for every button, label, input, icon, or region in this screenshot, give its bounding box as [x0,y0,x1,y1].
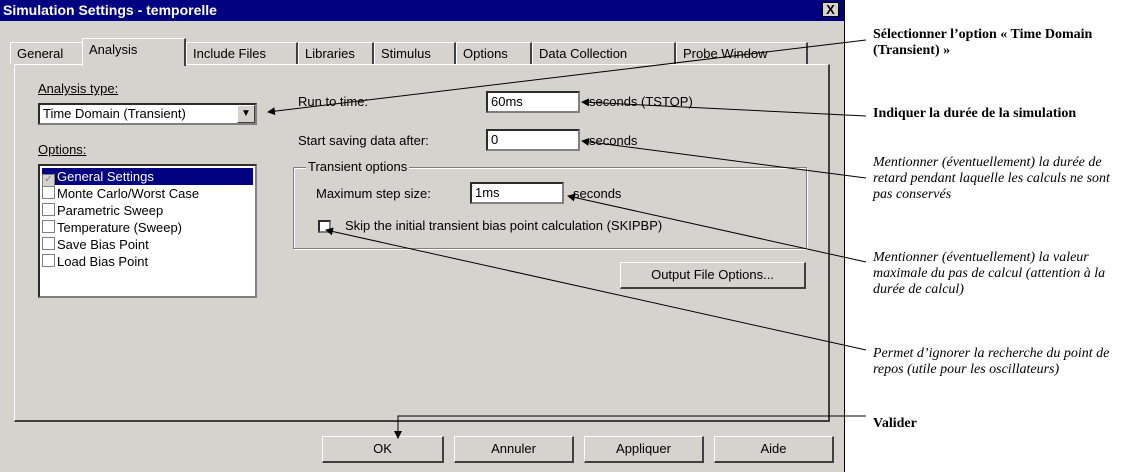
checkbox-icon[interactable] [42,186,55,199]
checkbox-icon[interactable] [42,203,55,216]
title-bar: Simulation Settings - temporelle X [0,0,844,21]
output-file-options-button[interactable]: Output File Options... [620,262,806,289]
list-item[interactable]: Load Bias Point [42,253,148,270]
window-title: Simulation Settings - temporelle [3,2,217,18]
tab-strip: General Analysis Include Files Libraries… [10,38,840,66]
analysis-type-value: Time Domain (Transient) [43,106,186,121]
tab-analysis[interactable]: Analysis [82,38,186,66]
checkbox-icon[interactable] [42,237,55,250]
max-step-unit: seconds [573,186,622,201]
tab-stimulus[interactable]: Stimulus [374,42,456,64]
max-step-label: Maximum step size: [316,186,431,201]
chevron-down-icon[interactable]: ▼ [237,105,255,123]
skip-bias-checkbox[interactable] [318,220,331,233]
close-button[interactable]: X [822,2,839,17]
tab-general[interactable]: General [10,42,84,64]
checkbox-icon[interactable] [42,220,55,233]
tab-data-collection[interactable]: Data Collection [532,42,676,64]
options-list[interactable]: ✓ General Settings Monte Carlo/Worst Case… [38,164,257,298]
start-saving-input[interactable]: 0 [486,129,580,151]
run-to-time-label: Run to time: [298,94,369,109]
checkbox-icon[interactable] [42,254,55,267]
options-label: Options: [38,142,87,157]
apply-button[interactable]: Appliquer [584,436,704,463]
annotation-max-step: Mentionner (éventuellement) la valeur ma… [873,250,1106,297]
annotation-skip-bias: Permet d’ignorer la recherche du point d… [873,346,1110,377]
run-to-time-unit: seconds (TSTOP) [589,94,693,109]
analysis-type-dropdown[interactable]: Time Domain (Transient) ▼ [38,103,257,125]
cancel-button[interactable]: Annuler [454,436,574,463]
list-item[interactable]: ✓ General Settings [42,168,253,187]
tab-libraries[interactable]: Libraries [298,42,374,64]
annotation-validate: Valider [873,416,917,431]
help-button[interactable]: Aide [714,436,834,463]
start-saving-unit: seconds [589,133,638,148]
tab-probe-window[interactable]: Probe Window [676,42,808,64]
tab-include-files[interactable]: Include Files [186,42,298,64]
list-item[interactable]: Save Bias Point [42,236,149,253]
transient-options-title: Transient options [306,159,410,174]
list-item[interactable]: Monte Carlo/Worst Case [42,185,199,202]
annotation-select-option: Sélectionner l’option « Time Domain (Tra… [873,27,1093,58]
skip-bias-label: Skip the initial transient bias point ca… [345,218,663,233]
list-item[interactable]: Temperature (Sweep) [42,219,182,236]
run-to-time-input[interactable]: 60ms [486,91,580,113]
transient-options-group [293,167,807,249]
annotation-delay: Mentionner (éventuellement) la durée de … [873,155,1110,202]
tab-options[interactable]: Options [456,42,532,64]
annotation-duration: Indiquer la durée de la simulation [873,106,1077,121]
list-item[interactable]: Parametric Sweep [42,202,163,219]
ok-button[interactable]: OK [322,436,444,463]
analysis-type-label: Analysis type: [38,81,119,96]
start-saving-label: Start saving data after: [298,133,429,148]
max-step-input[interactable]: 1ms [470,182,564,204]
simulation-settings-dialog: Simulation Settings - temporelle X Gener… [0,0,845,472]
